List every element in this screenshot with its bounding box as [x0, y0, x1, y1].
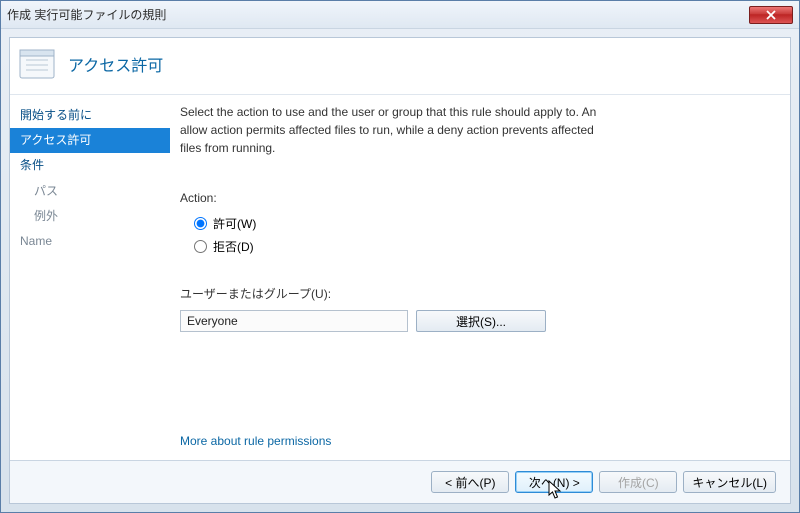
- more-about-permissions-link[interactable]: More about rule permissions: [180, 434, 331, 448]
- step-panel: Select the action to use and the user or…: [170, 95, 790, 460]
- step-path[interactable]: パス: [10, 179, 170, 204]
- permissions-icon: [18, 46, 58, 82]
- window-title: 作成 実行可能ファイルの規則: [7, 6, 749, 23]
- user-or-group-label: ユーザーまたはグループ(U):: [180, 285, 760, 302]
- description-text: Select the action to use and the user or…: [180, 103, 610, 157]
- radio-allow-row[interactable]: 許可(W): [194, 215, 760, 232]
- user-or-group-field[interactable]: [180, 310, 408, 332]
- radio-allow[interactable]: [194, 217, 207, 230]
- wizard-steps-list: 開始する前に アクセス許可 条件 パス 例外 Name: [10, 95, 170, 460]
- cancel-button[interactable]: キャンセル(L): [683, 471, 776, 493]
- radio-allow-label: 許可(W): [213, 215, 256, 232]
- radio-deny-label: 拒否(D): [213, 238, 254, 255]
- create-button: 作成(C): [599, 471, 677, 493]
- wizard-window: 作成 実行可能ファイルの規則 アクセス許可 開始する前: [0, 0, 800, 513]
- radio-deny[interactable]: [194, 240, 207, 253]
- step-conditions[interactable]: 条件: [10, 153, 170, 178]
- close-icon: [766, 10, 776, 20]
- window-close-button[interactable]: [749, 6, 793, 24]
- user-or-group-row: 選択(S)...: [180, 310, 760, 332]
- select-user-button[interactable]: 選択(S)...: [416, 310, 546, 332]
- step-before-you-begin[interactable]: 開始する前に: [10, 103, 170, 128]
- action-label: Action:: [180, 191, 760, 205]
- titlebar: 作成 実行可能ファイルの規則: [1, 1, 799, 29]
- radio-deny-row[interactable]: 拒否(D): [194, 238, 760, 255]
- wizard-header: アクセス許可: [10, 38, 790, 95]
- page-title: アクセス許可: [68, 52, 163, 76]
- wizard-body: アクセス許可 開始する前に アクセス許可 条件 パス 例外 Name Selec…: [9, 37, 791, 504]
- back-button[interactable]: < 前へ(P): [431, 471, 509, 493]
- next-button[interactable]: 次へ(N) >: [515, 471, 593, 493]
- wizard-footer: < 前へ(P) 次へ(N) > 作成(C) キャンセル(L): [10, 460, 790, 503]
- wizard-content: 開始する前に アクセス許可 条件 パス 例外 Name Select the a…: [10, 95, 790, 460]
- action-radio-group: 許可(W) 拒否(D): [194, 215, 760, 255]
- step-permissions[interactable]: アクセス許可: [10, 128, 170, 153]
- step-exceptions[interactable]: 例外: [10, 204, 170, 229]
- step-name[interactable]: Name: [10, 229, 170, 254]
